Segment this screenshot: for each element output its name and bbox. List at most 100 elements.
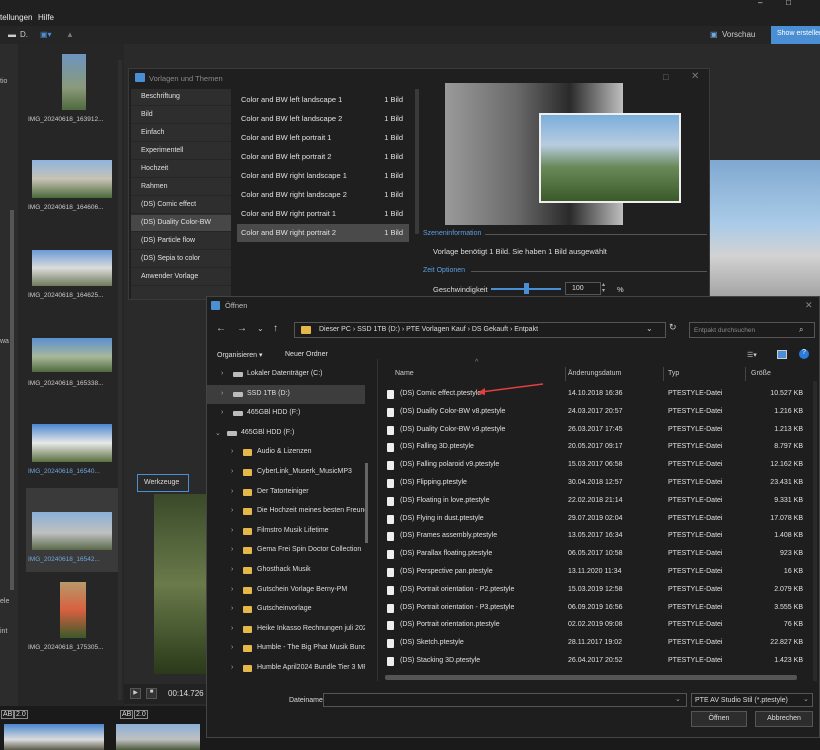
chevron-right-icon[interactable]: › <box>231 488 233 495</box>
preview-pane-icon[interactable] <box>777 350 787 359</box>
file-row[interactable]: (DS) Stacking 3D.ptestyle 26.04.2017 20:5… <box>377 652 813 670</box>
file-row[interactable]: (DS) Falling polaroid v9.ptestyle 15.03.2… <box>377 456 813 474</box>
file-row[interactable]: (DS) Duality Color-BW v8.ptestyle 24.03.2… <box>377 403 813 421</box>
template-item[interactable]: Color and BW left landscape 1 1 Bild <box>237 91 409 109</box>
category-item[interactable]: Hochzeit <box>131 161 231 178</box>
column-type[interactable]: Typ <box>668 370 679 377</box>
chevron-right-icon[interactable]: › <box>231 586 233 593</box>
column-size[interactable]: Größe <box>751 370 771 377</box>
chevron-right-icon[interactable]: › <box>231 448 233 455</box>
tree-item[interactable]: › Filmstro Musik Lifetime <box>207 522 365 541</box>
file-row[interactable]: (DS) Duality Color-BW v9.ptestyle 26.03.2… <box>377 421 813 439</box>
stop-icon[interactable]: ■ <box>146 688 157 699</box>
new-folder-button[interactable]: Neuer Ordner <box>285 351 328 358</box>
duration-badge[interactable]: 2.0 <box>134 710 148 719</box>
file-row[interactable]: (DS) Comic effect.ptestyle 14.10.2018 16:… <box>377 385 813 403</box>
file-row[interactable]: (DS) Parallax floating.ptestyle 06.05.201… <box>377 545 813 563</box>
tree-item[interactable]: › CyberLink_Muserk_MusicMP3 <box>207 463 365 482</box>
template-item[interactable]: Color and BW right portrait 2 1 Bild <box>237 224 409 242</box>
open-button[interactable]: Öffnen <box>691 711 747 727</box>
tree-item[interactable]: › Lokaler Datenträger (C:) <box>207 365 365 384</box>
tree-item[interactable]: › Heike Inkasso Rechnungen juli 2024 <box>207 620 365 639</box>
up-icon[interactable]: ↑ <box>273 323 278 334</box>
forward-icon[interactable]: → <box>237 323 247 334</box>
file-list-hscroll[interactable] <box>385 675 797 680</box>
ab-badge[interactable]: AB <box>120 710 134 719</box>
search-input[interactable]: Entpakt durchsuchen <box>689 322 815 338</box>
thumbnail-image[interactable] <box>32 160 112 198</box>
chevron-right-icon[interactable]: › <box>231 468 233 475</box>
speed-input[interactable]: 100 <box>565 282 601 295</box>
duration-badge[interactable]: 2.0 <box>14 710 28 719</box>
thumbnail-image[interactable] <box>32 424 112 462</box>
help-icon[interactable]: ? <box>799 349 809 359</box>
file-row[interactable]: (DS) Portrait orientation.ptestyle 02.02.… <box>377 616 813 634</box>
column-name[interactable]: Name <box>395 370 414 377</box>
category-item[interactable]: (DS) Comic effect <box>131 197 231 214</box>
werkzeuge-button[interactable]: Werkzeuge <box>137 474 189 492</box>
timeline-slide[interactable] <box>4 724 104 750</box>
template-item[interactable]: Color and BW left landscape 2 1 Bild <box>237 110 409 128</box>
menu-help[interactable]: Hilfe <box>38 13 54 22</box>
chevron-right-icon[interactable]: › <box>231 625 233 632</box>
filename-input[interactable] <box>323 693 687 707</box>
file-row[interactable]: (DS) Portrait orientation - P2.ptestyle 1… <box>377 581 813 599</box>
drive-icon[interactable]: ▬ <box>8 30 16 39</box>
category-item[interactable]: Rahmen <box>131 179 231 196</box>
file-row[interactable]: (DS) Perspective pan.ptestyle 13.11.2020 … <box>377 563 813 581</box>
close-icon[interactable]: ✕ <box>691 71 699 82</box>
tree-item[interactable]: › SSD 1TB (D:) <box>207 384 365 404</box>
refresh-icon[interactable]: ↻ <box>669 322 677 333</box>
speed-slider-thumb[interactable] <box>524 283 529 294</box>
tree-item[interactable]: › 465GBl HDD (F:) <box>207 404 365 423</box>
address-bar[interactable]: Dieser PC › SSD 1TB (D:) › PTE Vorlagen … <box>294 322 666 338</box>
maximize-icon[interactable]: □ <box>786 0 791 7</box>
thumbnail-image[interactable] <box>32 512 112 550</box>
organize-button[interactable]: Organisieren ▾ <box>217 351 263 359</box>
monitor-icon[interactable]: ▣▾ <box>40 30 52 39</box>
tree-item[interactable]: ⌄ 465GBl HDD (F:) <box>207 424 365 443</box>
thumbnail-scrollbar[interactable] <box>118 60 122 700</box>
chevron-right-icon[interactable]: › <box>231 664 233 671</box>
category-item[interactable]: (DS) Particle flow <box>131 233 231 250</box>
template-item[interactable]: Color and BW left portrait 1 1 Bild <box>237 129 409 147</box>
tree-item[interactable]: › Die Hochzeit meines besten Freunde <box>207 502 365 521</box>
menu-settings[interactable]: tellungen <box>0 13 32 22</box>
thumbnail-image[interactable] <box>60 582 86 638</box>
category-item[interactable]: (DS) Duality Color-BW <box>131 215 231 232</box>
category-item[interactable]: Anwender Vorlage <box>131 269 231 286</box>
tree-scrollbar[interactable] <box>365 463 368 543</box>
thumbnail-image[interactable] <box>32 338 112 372</box>
thumbnail-image[interactable] <box>62 54 86 110</box>
chevron-down-icon[interactable]: ⌄ <box>803 695 809 703</box>
template-item[interactable]: Color and BW left portrait 2 1 Bild <box>237 148 409 166</box>
minimize-icon[interactable]: – <box>758 0 762 7</box>
tree-item[interactable]: › Gutschein Vorlage Berny-PM <box>207 581 365 600</box>
thumbnail-image[interactable] <box>32 250 112 286</box>
tree-item[interactable]: › Der Tatorteiniger <box>207 483 365 502</box>
tree-item[interactable]: › Gutscheinvorlage <box>207 600 365 619</box>
maximize-icon[interactable]: □ <box>663 72 668 82</box>
chevron-right-icon[interactable]: › <box>231 527 233 534</box>
file-row[interactable]: (DS) Floating in love.ptestyle 22.02.2018… <box>377 492 813 510</box>
file-row[interactable]: (DS) Frames assembly.ptestyle 13.05.2017 … <box>377 527 813 545</box>
chevron-right-icon[interactable]: › <box>221 390 223 397</box>
close-icon[interactable]: ✕ <box>805 300 813 311</box>
chevron-right-icon[interactable]: › <box>231 566 233 573</box>
preview-label[interactable]: Vorschau <box>722 30 755 39</box>
back-icon[interactable]: ← <box>216 323 226 334</box>
spinner-icon[interactable]: ▴ ▾ <box>602 282 605 294</box>
template-item[interactable]: Color and BW right landscape 2 1 Bild <box>237 186 409 204</box>
show-create-button[interactable]: Show erstellen <box>771 26 820 44</box>
chevron-down-icon[interactable]: ⌄ <box>675 695 681 703</box>
view-icon[interactable]: ☰▾ <box>747 351 757 359</box>
up-arrow-icon[interactable]: ▲ <box>66 30 74 39</box>
category-item[interactable]: (DS) Sepia to color <box>131 251 231 268</box>
ab-badge[interactable]: AB <box>1 710 15 719</box>
file-row[interactable]: (DS) Flipping.ptestyle 30.04.2018 12:57 PT… <box>377 474 813 492</box>
chevron-right-icon[interactable]: › <box>221 409 223 416</box>
toolbar-d-label[interactable]: D. <box>20 30 28 39</box>
file-row[interactable]: (DS) Falling 3D.ptestyle 20.05.2017 09:17… <box>377 438 813 456</box>
file-row[interactable]: (DS) Portrait orientation - P3.ptestyle 0… <box>377 599 813 617</box>
tree-item[interactable]: › Ghosthack Musik <box>207 561 365 580</box>
